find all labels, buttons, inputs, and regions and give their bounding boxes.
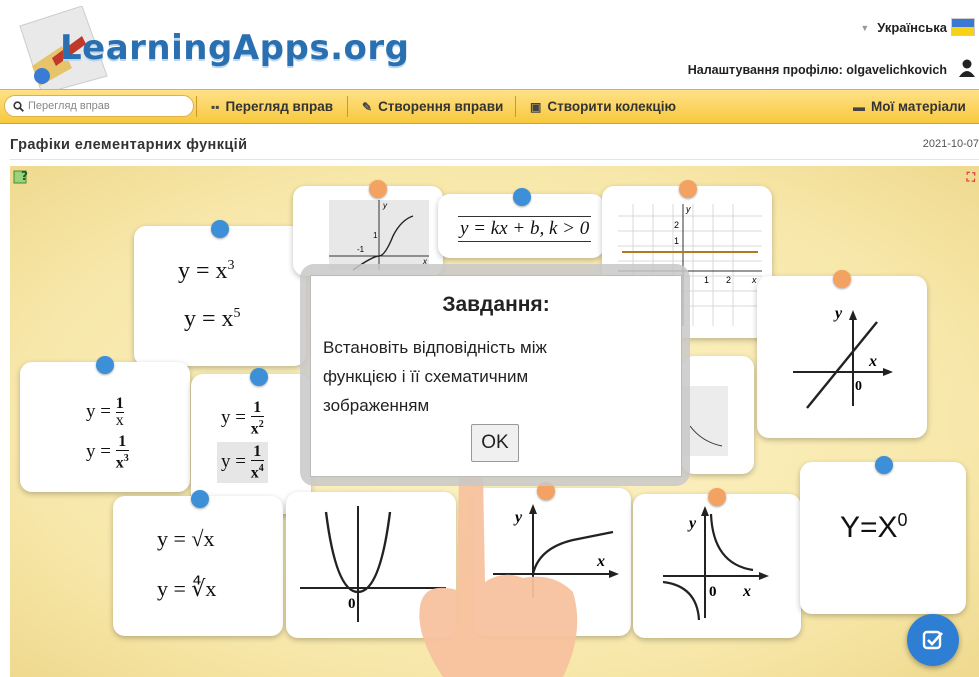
svg-text:1: 1: [373, 231, 378, 240]
search-box[interactable]: Перегляд вправ: [4, 95, 194, 117]
check-icon: [922, 630, 943, 650]
ukraine-flag-icon[interactable]: [951, 18, 975, 36]
pin: [250, 368, 268, 386]
title-divider: [10, 159, 979, 160]
toolbar-divider: [347, 96, 348, 117]
search-input[interactable]: Перегляд вправ: [28, 100, 110, 112]
page-date: 2021-10-07: [922, 138, 979, 150]
exercise-canvas: ? ⛶ y = x3 y = x5 y 1 -1 x y = kx + b, k…: [10, 166, 979, 677]
svg-text:x: x: [742, 583, 751, 600]
nav-materials[interactable]: ▬ Мої матеріали: [853, 90, 966, 123]
dialog-title: Завдання:: [442, 293, 550, 316]
hyperbola-graph: y 0 x: [662, 506, 769, 621]
formula-reciprocal-4: y = 1 x4: [217, 442, 268, 484]
dropdown-triangle-icon: ▼: [860, 22, 870, 33]
collection-icon: ▣: [530, 99, 542, 114]
svg-text:0: 0: [855, 379, 862, 394]
language-selector[interactable]: ▼ Українська: [860, 20, 947, 35]
pencil-icon: ✎: [362, 99, 373, 114]
nav-create-label: Створення вправи: [378, 99, 504, 114]
svg-text:?: ?: [21, 169, 28, 183]
nav-collection-label: Створити колекцію: [547, 99, 677, 114]
card-graph-cube[interactable]: y 1 -1 x: [293, 186, 443, 276]
svg-text:1: 1: [704, 275, 709, 285]
formula-quintic: y = x5: [184, 306, 241, 332]
pin: [369, 180, 387, 198]
svg-text:y: y: [685, 204, 691, 214]
card-graph-linear[interactable]: y x 0: [757, 276, 927, 438]
help-icon[interactable]: ?: [13, 168, 31, 184]
nav-materials-label: Мої матеріали: [871, 99, 966, 114]
pin: [191, 490, 209, 508]
check-answers-button[interactable]: [907, 614, 959, 666]
hyperbola-partial-graph: [682, 386, 728, 456]
dialog-text: Встановіть відповідність між функцією і …: [323, 338, 547, 415]
nav-create[interactable]: ✎ Створення вправи: [362, 90, 503, 123]
nav-collection[interactable]: ▣ Створити колекцію: [530, 90, 676, 123]
nav-browse[interactable]: ▪▪ Перегляд вправ: [211, 90, 333, 123]
fullscreen-icon[interactable]: ⛶: [967, 170, 975, 185]
formula-reciprocal-2: y = 1 x2: [221, 399, 264, 438]
pin: [679, 180, 697, 198]
formula-cubic: y = x3: [178, 258, 235, 284]
linear-graph: y x 0: [793, 305, 893, 409]
pin: [875, 456, 893, 474]
pin: [833, 270, 851, 288]
toolbar-divider: [515, 96, 516, 117]
formula-constant: Y=X0: [840, 510, 908, 544]
svg-text:2: 2: [726, 275, 731, 285]
grid-icon: ▪▪: [211, 99, 220, 114]
svg-text:1: 1: [674, 236, 679, 246]
svg-text:y: y: [687, 515, 697, 532]
folder-icon: ▬: [853, 99, 865, 114]
nav-browse-label: Перегляд вправ: [225, 99, 334, 114]
main-toolbar: Перегляд вправ ▪▪ Перегляд вправ ✎ Створ…: [0, 89, 979, 124]
pin: [211, 220, 229, 238]
card-reciprocal-formulas[interactable]: y = 1 x y = 1 x3: [20, 362, 190, 492]
card-graph-hidden[interactable]: [682, 356, 754, 474]
card-constant-formula[interactable]: Y=X0: [800, 462, 966, 614]
page-title: Графіки елементарних функцій: [10, 137, 248, 153]
card-root-formulas[interactable]: y = √x y = ∜x: [113, 496, 283, 636]
svg-text:y: y: [833, 305, 843, 322]
ok-button[interactable]: OK: [471, 424, 519, 462]
pin: [708, 488, 726, 506]
language-label: Українська: [877, 20, 947, 35]
pointing-hand-icon: [419, 467, 578, 677]
toolbar-divider: [196, 96, 197, 117]
search-icon: [13, 100, 24, 112]
card-graph-hyperbola[interactable]: y 0 x: [633, 494, 801, 638]
formula-linear: y = kx + b, k > 0: [458, 216, 592, 242]
logo-text[interactable]: LearningApps.org: [60, 28, 409, 68]
formula-fourth-root: y = ∜x: [157, 576, 217, 601]
card-power-functions[interactable]: y = x3 y = x5: [134, 226, 306, 366]
formula-reciprocal-3: y = 1 x3: [86, 433, 129, 472]
formula-sqrt: y = √x: [157, 526, 215, 551]
task-dialog: Завдання: Встановіть відповідність між ф…: [310, 275, 682, 477]
pin: [513, 188, 531, 206]
formula-reciprocal-1: y = 1 x: [86, 395, 124, 429]
svg-text:0: 0: [348, 596, 356, 612]
svg-text:-1: -1: [357, 245, 365, 254]
profile-settings-link[interactable]: Налаштування профілю: olgavelichkovich: [688, 63, 947, 77]
svg-text:x: x: [596, 553, 605, 570]
cubic-graph: y 1 -1 x: [329, 200, 429, 271]
user-icon[interactable]: [959, 59, 975, 77]
svg-text:2: 2: [674, 220, 679, 230]
svg-text:x: x: [868, 353, 877, 370]
svg-text:0: 0: [709, 584, 717, 600]
pin: [96, 356, 114, 374]
